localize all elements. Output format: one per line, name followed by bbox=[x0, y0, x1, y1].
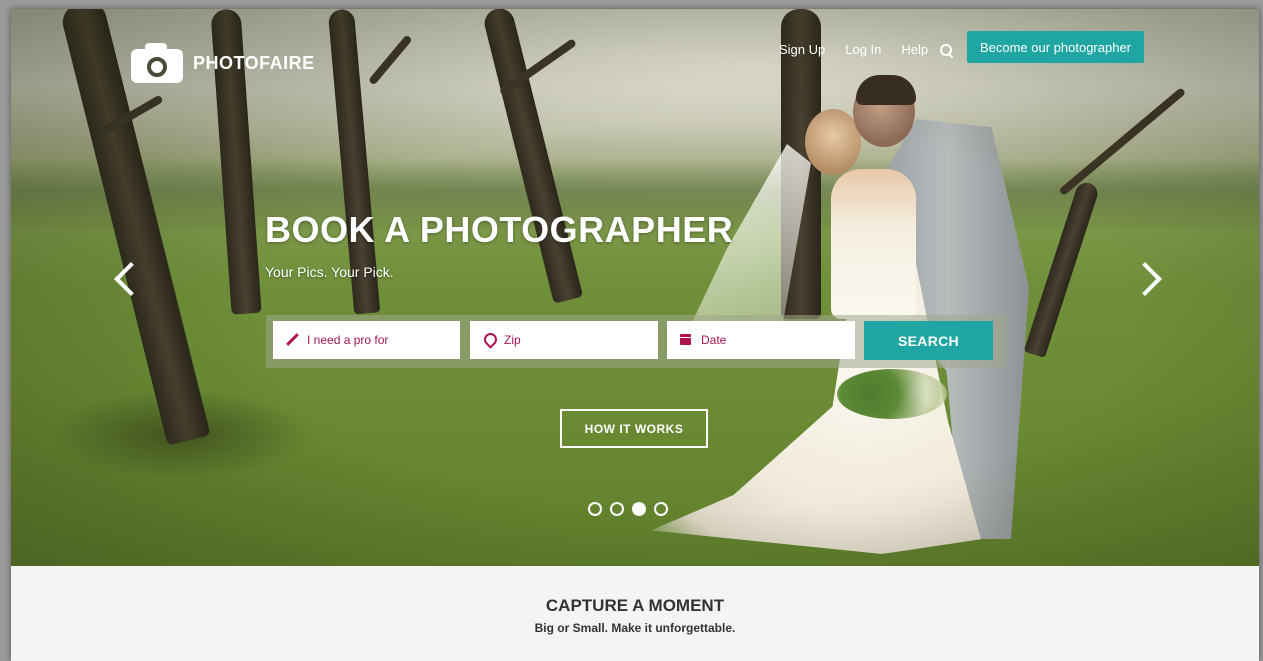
capture-section: CAPTURE A MOMENT Big or Small. Make it u… bbox=[11, 566, 1259, 661]
calendar-icon bbox=[679, 333, 693, 347]
zip-input[interactable]: Zip bbox=[470, 321, 658, 359]
map-pin-icon bbox=[482, 333, 496, 347]
date-placeholder: Date bbox=[701, 333, 727, 347]
hero-subtitle: Your Pics. Your Pick. bbox=[265, 264, 394, 280]
log-in-link[interactable]: Log In bbox=[845, 42, 881, 57]
service-placeholder: I need a pro for bbox=[307, 333, 389, 347]
hero-slideshow: PHOTOFAIRE Sign Up Log In Help Become ou… bbox=[11, 9, 1259, 566]
help-link[interactable]: Help bbox=[901, 42, 928, 57]
pencil-icon bbox=[285, 333, 299, 347]
chevron-left-icon[interactable] bbox=[111, 261, 133, 295]
date-input[interactable]: Date bbox=[667, 321, 855, 359]
site-logo[interactable]: PHOTOFAIRE bbox=[131, 43, 315, 83]
search-form: I need a pro for Zip Date SEARCH bbox=[266, 315, 1006, 368]
carousel-dot[interactable] bbox=[632, 502, 646, 516]
section-title: CAPTURE A MOMENT bbox=[545, 596, 725, 615]
browser-frame: PHOTOFAIRE Sign Up Log In Help Become ou… bbox=[11, 9, 1259, 661]
hero-title: BOOK A PHOTOGRAPHER bbox=[265, 209, 734, 250]
carousel-dot[interactable] bbox=[654, 502, 668, 516]
how-it-works-button[interactable]: HOW IT WORKS bbox=[560, 409, 708, 448]
zip-placeholder: Zip bbox=[504, 333, 521, 347]
top-nav: Sign Up Log In Help bbox=[779, 42, 977, 57]
search-icon[interactable] bbox=[940, 43, 953, 56]
brand-name: PHOTOFAIRE bbox=[193, 52, 315, 73]
service-input[interactable]: I need a pro for bbox=[273, 321, 460, 359]
sign-up-link[interactable]: Sign Up bbox=[779, 42, 825, 57]
become-photographer-button[interactable]: Become our photographer bbox=[967, 31, 1144, 63]
camera-icon bbox=[131, 43, 183, 83]
search-button[interactable]: SEARCH bbox=[864, 321, 993, 360]
carousel-dot[interactable] bbox=[588, 502, 602, 516]
carousel-dot[interactable] bbox=[610, 502, 624, 516]
carousel-indicators bbox=[588, 502, 668, 516]
chevron-right-icon[interactable] bbox=[1139, 261, 1161, 295]
section-subtitle: Big or Small. Make it unforgettable. bbox=[534, 621, 736, 635]
